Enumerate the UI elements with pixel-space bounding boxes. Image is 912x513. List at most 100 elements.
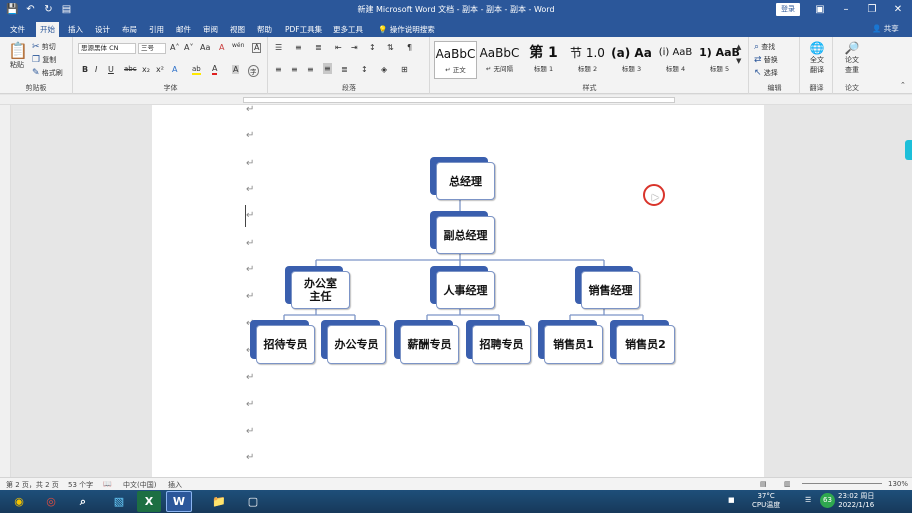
network-icon[interactable]: ☰ — [805, 496, 811, 505]
horizontal-ruler[interactable] — [0, 95, 912, 105]
full-translate-button[interactable]: 🌐 全文 翻译 — [807, 41, 827, 75]
paragraph-mark: ↵ — [246, 452, 255, 463]
excel-icon[interactable]: X — [137, 491, 161, 512]
cut-button[interactable]: ✂ 剪切 — [32, 42, 56, 52]
borders-icon[interactable]: ⊞ — [401, 65, 408, 74]
style-normal[interactable]: AaBbC ↵ 正文 — [434, 41, 477, 79]
page-count[interactable]: 第 2 页，共 2 页 — [6, 480, 59, 490]
numbering-icon[interactable]: ≡ — [295, 43, 302, 52]
styles-scroll-up-icon[interactable]: ▲ — [736, 43, 741, 51]
style-heading-1[interactable]: 第 1 标题 1 — [522, 41, 565, 79]
font-size-select[interactable]: 三号 — [138, 43, 166, 54]
change-case-button[interactable]: Aa — [200, 43, 210, 52]
tab-help[interactable]: 帮助 — [253, 22, 276, 37]
app-icon[interactable]: ▧ — [104, 491, 134, 512]
style-heading-2[interactable]: 节 1.0 标题 2 — [566, 41, 609, 79]
text-effects-button[interactable]: A — [172, 65, 177, 74]
superscript-button[interactable]: x² — [156, 65, 164, 74]
styles-gallery: AaBbC ↵ 正文 AaBbC ↵ 无间隔 第 1 标题 1 节 1.0 标题 2 (… — [434, 41, 744, 81]
increase-indent-icon[interactable]: ⇥ — [351, 43, 358, 52]
format-painter-button[interactable]: ✎ 格式刷 — [32, 68, 63, 78]
clock[interactable]: 23:02 周日 2022/1/16 — [838, 492, 874, 510]
tab-mailings[interactable]: 邮件 — [172, 22, 195, 37]
italic-button[interactable]: I — [95, 65, 97, 74]
style-heading-4[interactable]: (i) AaB 标题 4 — [654, 41, 697, 79]
cpu-usage-badge[interactable]: 63 — [820, 493, 835, 508]
show-marks-icon[interactable]: ¶ — [407, 43, 412, 52]
share-button[interactable]: 👤 共享 — [872, 23, 899, 34]
tab-references[interactable]: 引用 — [145, 22, 168, 37]
folder-icon[interactable]: 📁 — [204, 491, 234, 512]
chrome-icon[interactable]: ◎ — [36, 491, 66, 512]
copy-button[interactable]: ❐ 复制 — [32, 55, 56, 65]
login-button[interactable]: 登录 — [776, 3, 800, 16]
select-button[interactable]: ↖ 选择 — [754, 68, 778, 78]
char-border-button[interactable]: A — [252, 43, 262, 53]
sort-icon[interactable]: ⇅ — [387, 43, 394, 52]
shading-icon[interactable]: ◈ — [381, 65, 387, 74]
multilevel-list-icon[interactable]: ≣ — [315, 43, 322, 52]
enclose-char-button[interactable]: 字 — [248, 65, 259, 77]
style-heading-5[interactable]: 1) AaB 标题 5 — [698, 41, 741, 79]
font-shrink-button[interactable]: A˅ — [184, 43, 193, 52]
style-no-spacing[interactable]: AaBbC ↵ 无间隔 — [478, 41, 521, 79]
word-count[interactable]: 53 个字 — [68, 480, 93, 490]
subscript-button[interactable]: x₂ — [142, 65, 150, 74]
styles-scroll-down-icon[interactable]: ▼ — [736, 57, 741, 65]
tab-design[interactable]: 设计 — [91, 22, 114, 37]
chinese-layout-icon[interactable]: ↕ — [369, 43, 376, 52]
align-right-icon[interactable]: ≡ — [307, 65, 314, 74]
align-center-icon[interactable]: ≡ — [291, 65, 298, 74]
font-color-button[interactable]: A — [212, 65, 218, 75]
font-name-select[interactable]: 思源黑体 CN — [78, 43, 136, 54]
align-left-icon[interactable]: ≡ — [275, 65, 282, 74]
underline-button[interactable]: U — [108, 65, 114, 74]
style-heading-3[interactable]: (a) Aa 标题 3 — [610, 41, 653, 79]
paper-check-button[interactable]: 🔎 论文 查重 — [842, 41, 862, 75]
web-layout-icon[interactable]: ▥ — [784, 480, 791, 488]
record-icon[interactable]: ▢ — [238, 491, 268, 512]
tab-insert[interactable]: 插入 — [64, 22, 87, 37]
ribbon-display-icon[interactable]: ▣ — [812, 2, 828, 18]
strikethrough-button[interactable]: abc — [124, 65, 137, 73]
zoom-level[interactable]: 130% — [888, 480, 908, 488]
tab-file[interactable]: 文件 — [6, 22, 29, 37]
close-icon[interactable]: ✕ — [890, 2, 906, 18]
replace-button[interactable]: ⇄ 替换 — [754, 55, 778, 65]
paste-button[interactable]: 📋 粘贴 — [8, 41, 28, 70]
phonetic-guide-button[interactable]: wén — [232, 42, 244, 49]
find-button[interactable]: ⌕ 查找 — [754, 42, 775, 52]
justify-icon[interactable]: ≡ — [323, 63, 332, 74]
bold-button[interactable]: B — [82, 65, 88, 74]
word-icon[interactable]: W — [166, 491, 192, 512]
tab-review[interactable]: 审阅 — [199, 22, 222, 37]
tab-layout[interactable]: 布局 — [118, 22, 141, 37]
proofing-icon[interactable]: 📖 — [103, 480, 112, 488]
print-layout-icon[interactable]: ▤ — [760, 480, 767, 488]
zoom-slider[interactable] — [802, 483, 882, 484]
tab-view[interactable]: 视图 — [226, 22, 249, 37]
insert-mode[interactable]: 插入 — [168, 480, 182, 490]
language-status[interactable]: 中文(中国) — [123, 480, 156, 490]
decrease-indent-icon[interactable]: ⇤ — [335, 43, 342, 52]
highlight-button[interactable]: ab — [192, 65, 201, 75]
search-icon[interactable]: ⌕ — [68, 491, 98, 512]
vertical-ruler[interactable] — [0, 105, 11, 477]
node-label: 销售员2 — [616, 325, 675, 364]
ime-sogou-icon[interactable]: ■ — [728, 496, 735, 505]
distributed-icon[interactable]: ≣ — [341, 65, 348, 74]
tab-more-tools[interactable]: 更多工具 — [329, 22, 367, 37]
side-panel-tab[interactable] — [905, 140, 912, 160]
tab-home[interactable]: 开始 — [36, 22, 59, 37]
font-grow-button[interactable]: A˄ — [170, 43, 179, 52]
minimize-icon[interactable]: – — [838, 2, 854, 18]
tab-pdf-tools[interactable]: PDF工具集 — [281, 22, 326, 37]
bullets-icon[interactable]: ☰ — [275, 43, 282, 52]
tell-me-search[interactable]: 💡 操作说明搜索 — [374, 22, 439, 37]
line-spacing-icon[interactable]: ↕ — [361, 65, 368, 74]
restore-icon[interactable]: ❐ — [864, 2, 880, 18]
start-orb-icon[interactable]: ◉ — [4, 491, 34, 512]
char-shading-button[interactable]: A — [232, 65, 240, 74]
clear-format-button[interactable]: A — [219, 43, 224, 52]
collapse-ribbon-icon[interactable]: ⌃ — [900, 81, 906, 89]
